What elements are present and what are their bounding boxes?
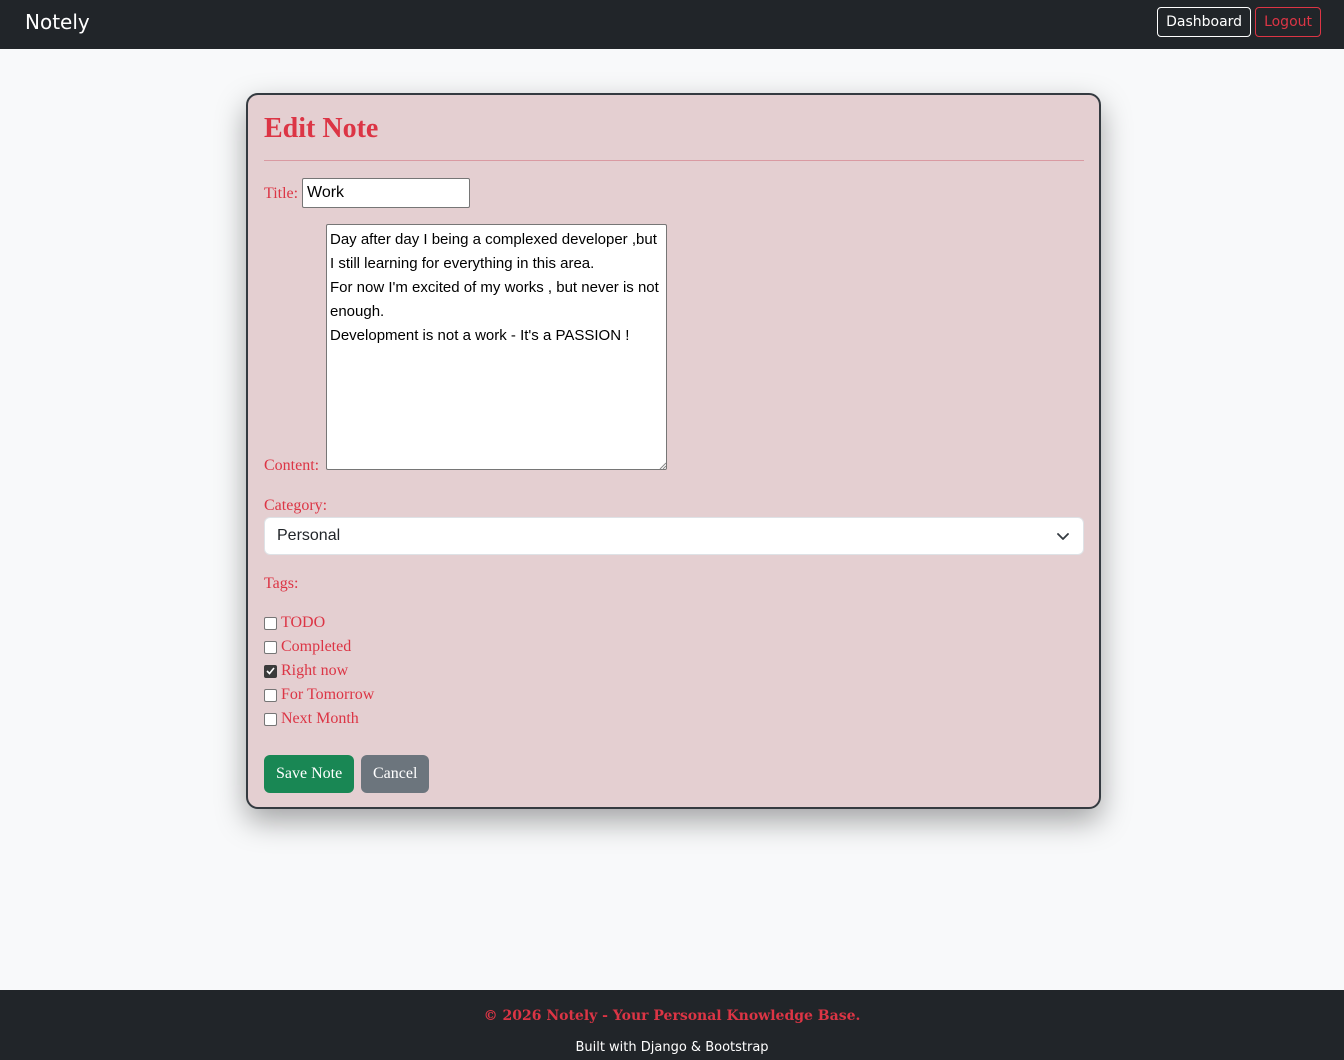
page-title: Edit Note [264, 113, 379, 144]
tag-option[interactable]: Completed [264, 638, 351, 656]
resize-grip-icon[interactable] [659, 462, 667, 470]
tag-option[interactable]: Right now [264, 662, 348, 680]
tag-checkbox[interactable] [264, 640, 277, 654]
tags-label: Tags: [264, 575, 299, 592]
chevron-down-icon [1057, 533, 1069, 540]
category-label: Category: [264, 497, 328, 514]
tag-checkbox[interactable] [264, 616, 277, 630]
nav-actions: Dashboard Logout [1157, 7, 1321, 37]
cancel-button[interactable]: Cancel [361, 755, 430, 793]
divider [264, 160, 1084, 161]
footer-copyright: © 2026 Notely - Your Personal Knowledge … [483, 1008, 861, 1024]
content-textarea[interactable]: Day after day I being a complexed develo… [326, 224, 667, 470]
brand-logo[interactable]: Notely [25, 10, 90, 34]
content-label: Content: [264, 457, 320, 474]
save-note-button[interactable]: Save Note [264, 755, 355, 793]
dashboard-button[interactable]: Dashboard [1157, 7, 1252, 37]
tag-label: Right now [281, 662, 349, 679]
tag-label: TODO [281, 614, 326, 631]
footer-credit: Built with Django & Bootstrap [575, 1040, 769, 1055]
navbar: Notely Dashboard Logout [0, 0, 1344, 49]
tag-label: Next Month [281, 710, 359, 727]
tag-label: For Tomorrow [281, 686, 375, 703]
logout-button[interactable]: Logout [1255, 7, 1321, 37]
title-input[interactable] [302, 178, 470, 208]
edit-note-card: Edit Note Title: Content: Day after day … [246, 93, 1101, 809]
footer: © 2026 Notely - Your Personal Knowledge … [0, 990, 1344, 1060]
category-select[interactable]: Personal [264, 517, 1084, 555]
tag-option[interactable]: TODO [264, 614, 325, 632]
tag-checkbox[interactable] [264, 664, 277, 678]
tag-label: Completed [281, 638, 352, 655]
tag-checkbox[interactable] [264, 712, 277, 726]
title-label: Title: [264, 185, 299, 202]
check-icon [266, 667, 275, 675]
category-selected-value: Personal [277, 527, 341, 544]
tag-option[interactable]: For Tomorrow [264, 686, 374, 704]
tag-checkbox[interactable] [264, 688, 277, 702]
tag-option[interactable]: Next Month [264, 710, 359, 728]
